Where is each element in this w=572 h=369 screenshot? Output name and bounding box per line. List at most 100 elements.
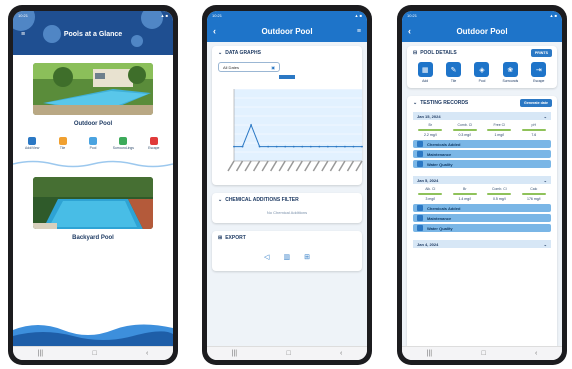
back-nav-icon[interactable]: ‹ (146, 350, 148, 357)
system-nav-bar: ||| □ ‹ (207, 346, 367, 360)
data-point (250, 124, 252, 126)
grid-icon[interactable]: ⊞ (304, 253, 310, 261)
reading: Comb. Cl 0.3 mg/l (450, 123, 480, 137)
date-select[interactable]: All Dates ▣ (218, 62, 280, 72)
record-water-quality[interactable]: Water Quality (413, 224, 551, 232)
recents-icon[interactable]: ||| (232, 350, 237, 357)
screen-outdoor-graphs: 10:21 ▲ ■ ‹ Outdoor Pool ≡ ⌄ DATA GRAPHS A… (207, 11, 367, 360)
calendar-icon: ▣ (271, 64, 275, 70)
pool-name-backyard[interactable]: Backyard Pool (13, 235, 173, 241)
reading: Br 1.4 mg/l (450, 187, 480, 201)
export-header[interactable]: ⊞ EXPORT (212, 231, 362, 245)
data-point (352, 145, 355, 148)
x-tick-label (304, 160, 312, 172)
menu-icon[interactable]: ≡ (357, 28, 361, 35)
chevron-down-icon: ⌄ (543, 113, 547, 119)
pool-details-header[interactable]: ⊟ POOL DETAILS (407, 46, 463, 60)
app-header: 10:21 ▲ ■ ‹ Outdoor Pool (402, 11, 562, 42)
home-icon[interactable]: □ (92, 350, 96, 357)
data-point (292, 145, 295, 148)
x-tick-label (261, 160, 269, 172)
app-header: 10:21 ▲ ■ ‹ Outdoor Pool ≡ (207, 11, 367, 42)
x-tick-label (270, 160, 278, 172)
detail-pool[interactable]: ◈ Pool (470, 62, 494, 83)
drop-icon (417, 161, 423, 167)
data-point (335, 145, 338, 148)
trash-icon[interactable]: ▥ (283, 253, 290, 261)
leaf-icon: ❀ (502, 62, 518, 77)
record-header[interactable]: Jan 4, 2024 ⌄ (413, 240, 551, 248)
record-maintenance[interactable]: Maintenance (413, 150, 551, 158)
detail-tile[interactable]: ✎ Tile (442, 62, 466, 83)
data-point (275, 145, 278, 148)
record-chemicals-added[interactable]: Chemicals Added (413, 204, 551, 212)
backyard-pool-photo[interactable] (33, 176, 153, 229)
x-tick-label (278, 160, 286, 172)
page-title: Pools at a Glance (63, 31, 123, 38)
screen-pools-overview: 10:21▲ ■ ≡ Pools at a Glance Outdoor Po (13, 11, 173, 360)
testing-records-card: ⌄ TESTING RECORDS Generate date Jan 15, 2… (407, 96, 557, 356)
x-tick-label (321, 160, 329, 172)
x-tick-label (346, 160, 355, 172)
page-title: Outdoor Pool (456, 26, 508, 36)
reading: Alk. Cl 3 mg/l (415, 187, 445, 201)
brush-icon (58, 137, 67, 145)
pool-name-outdoor[interactable]: Outdoor Pool (13, 121, 173, 127)
record-readings: Br 2.2 mg/l Comb. Cl 0.3 mg/l Free Cl 1 mg/… (413, 123, 551, 137)
x-tick-label (244, 160, 252, 172)
wave-divider (13, 160, 173, 167)
leaf-icon (119, 137, 128, 145)
record-water-quality[interactable]: Water Quality (413, 160, 551, 168)
action-add-view[interactable]: Add/View (18, 137, 46, 151)
home-icon[interactable]: □ (481, 350, 485, 357)
generate-date-button[interactable]: Generate date (520, 99, 552, 107)
home-icon[interactable]: □ (286, 350, 290, 357)
data-point (361, 145, 363, 148)
testing-records-header[interactable]: ⌄ TESTING RECORDS (407, 96, 474, 110)
action-tile[interactable]: Tile (49, 137, 77, 151)
record-header[interactable]: Jan 15, 2024 ⌄ (413, 112, 551, 120)
detail-surrounds[interactable]: ❀ Surrounds (498, 62, 522, 83)
action-escape[interactable]: Escape (140, 137, 168, 151)
back-icon[interactable]: ‹ (213, 26, 216, 36)
record-chemicals-added[interactable]: Chemicals Added (413, 140, 551, 148)
x-tick-label (287, 160, 295, 172)
x-tick-label (338, 160, 346, 172)
recents-icon[interactable]: ||| (427, 350, 432, 357)
detail-escape[interactable]: ⇥ Escape (527, 62, 551, 83)
data-point (241, 145, 244, 148)
recents-icon[interactable]: ||| (38, 350, 43, 357)
status-bar: 10:21 ▲ ■ (407, 13, 557, 18)
phone-pools-overview: 10:21▲ ■ ≡ Pools at a Glance Outdoor Po (8, 5, 178, 365)
wave-decoration (13, 324, 173, 346)
pool-detail-icons: ▦ Add ✎ Tile ◈ Pool ❀ Surrounds ⇥ Escape (407, 60, 557, 88)
pool-icon (88, 137, 97, 145)
x-tick-label (252, 160, 261, 172)
detail-add[interactable]: ▦ Add (413, 62, 437, 83)
data-point (267, 145, 270, 148)
chemical-filter-header[interactable]: ⌄ CHEMICAL ADDITIONS FILTER (212, 193, 362, 207)
status-bar: 10:21 ▲ ■ (212, 13, 362, 18)
pool-details-card: ⊟ POOL DETAILS PRINTS ▦ Add ✎ Tile ◈ Pool ❀ S… (407, 46, 557, 88)
pool-icon: ⊟ (413, 50, 418, 56)
back-nav-icon[interactable]: ‹ (340, 350, 342, 357)
data-graphs-header[interactable]: ⌄ DATA GRAPHS (212, 46, 362, 60)
outdoor-pool-photo[interactable] (33, 63, 153, 115)
action-surroundings[interactable]: Surround-ings (109, 137, 137, 151)
data-point (258, 145, 261, 148)
print-button[interactable]: PRINTS (530, 49, 552, 57)
back-nav-icon[interactable]: ‹ (535, 350, 537, 357)
back-icon[interactable]: ‹ (408, 26, 411, 36)
reading: Free Cl 1 mg/l (484, 123, 514, 137)
export-icon: ⊞ (218, 235, 223, 241)
data-point (284, 145, 287, 148)
record-maintenance[interactable]: Maintenance (413, 214, 551, 222)
export-actions: ◁ ▥ ⊞ (212, 245, 362, 271)
wrench-icon (417, 215, 423, 221)
reading: Comb. Cl 0.5 mg/l (484, 187, 514, 201)
record-readings: Alk. Cl 3 mg/l Br 1.4 mg/l Comb. Cl 0.5 mg/… (413, 187, 551, 201)
phone-outdoor-details: 10:21 ▲ ■ ‹ Outdoor Pool ⊟ POOL DETAILS PR… (397, 5, 567, 365)
share-icon[interactable]: ◁ (264, 253, 269, 261)
record-header[interactable]: Jan 5, 2024 ⌄ (413, 176, 551, 184)
action-pool[interactable]: Pool (79, 137, 107, 151)
